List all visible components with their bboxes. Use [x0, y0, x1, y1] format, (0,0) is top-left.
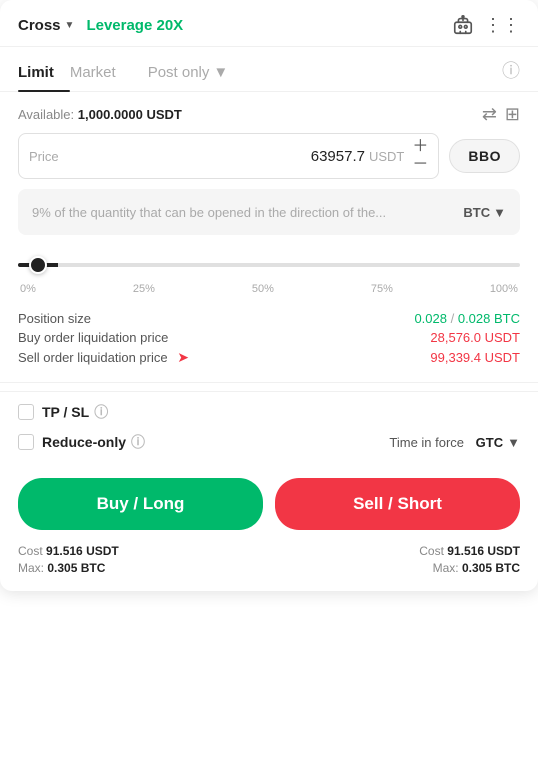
action-buttons: Buy / Long Sell / Short	[0, 468, 538, 544]
time-in-force[interactable]: Time in force GTC ▼	[389, 435, 520, 450]
price-input-wrapper: Price 63957.7 USDT ＋ －	[18, 133, 439, 179]
tpsl-info-icon[interactable]: ⓘ	[94, 402, 108, 422]
buy-liquidation-row: Buy order liquidation price 28,576.0 USD…	[18, 330, 520, 345]
quantity-unit-dropdown[interactable]: BTC ▼	[463, 205, 506, 220]
available-icons: ⇄ ⊞	[482, 104, 520, 125]
bbo-button[interactable]: BBO	[449, 139, 520, 173]
slider-tick-75: 75%	[371, 283, 393, 295]
header: Cross ▼ Leverage 20X ⋮⋮	[0, 0, 538, 47]
cross-chevron-icon: ▼	[65, 20, 75, 31]
divider-1	[0, 382, 538, 383]
stats-section: Position size 0.028 / 0.028 BTC Buy orde…	[0, 303, 538, 374]
slider-tick-100: 100%	[490, 283, 518, 295]
sell-max-label: Max: 0.305 BTC	[419, 561, 520, 575]
sell-cost-col: Cost 91.516 USDT Max: 0.305 BTC	[419, 544, 520, 575]
tpsl-checkbox[interactable]	[18, 404, 34, 420]
price-stepper: ＋ －	[412, 139, 428, 173]
cross-button[interactable]: Cross ▼	[18, 17, 74, 34]
available-row: Available: 1,000.0000 USDT ⇄ ⊞	[0, 92, 538, 133]
price-row: Price 63957.7 USDT ＋ － BBO	[0, 133, 538, 179]
calculator-icon[interactable]: ⊞	[505, 104, 520, 125]
tab-market[interactable]: Market	[70, 58, 132, 91]
reduce-only-label: Reduce-only ⓘ	[42, 432, 145, 452]
sell-liquidation-value: 99,339.4 USDT	[430, 350, 520, 365]
slider-ticks: 0% 25% 50% 75% 100%	[18, 283, 520, 295]
position-size-value: 0.028 / 0.028 BTC	[414, 311, 520, 326]
tpsl-left: TP / SL ⓘ	[18, 402, 108, 422]
buy-cost-label: Cost 91.516 USDT	[18, 544, 119, 558]
position-size-row: Position size 0.028 / 0.028 BTC	[18, 311, 520, 326]
header-icons: ⋮⋮	[452, 14, 520, 36]
cross-label: Cross	[18, 17, 61, 34]
leverage-button[interactable]: Leverage 20X	[86, 17, 183, 34]
slider-wrapper[interactable]	[18, 251, 520, 279]
tpsl-row: TP / SL ⓘ	[18, 402, 520, 422]
post-only-chevron-icon: ▼	[213, 64, 228, 81]
transfer-icon[interactable]: ⇄	[482, 104, 497, 125]
price-decrease-button[interactable]: －	[412, 157, 428, 173]
tab-limit[interactable]: Limit	[18, 58, 70, 91]
slider-thumb[interactable]	[29, 256, 47, 274]
tabs-bar: Limit Market Post only ▼ ⓘ	[0, 47, 538, 92]
tabs-info-icon[interactable]: ⓘ	[502, 57, 520, 91]
sell-cost-label: Cost 91.516 USDT	[419, 544, 520, 558]
price-label: Price	[29, 149, 65, 164]
tpsl-label: TP / SL ⓘ	[42, 402, 108, 422]
cost-section: Cost 91.516 USDT Max: 0.305 BTC Cost 91.…	[0, 544, 538, 575]
reduce-only-info-icon[interactable]: ⓘ	[131, 432, 145, 452]
slider-track	[18, 263, 520, 267]
header-left: Cross ▼ Leverage 20X	[18, 17, 183, 34]
quantity-dropdown-icon: ▼	[493, 205, 506, 220]
slider-tick-0: 0%	[20, 283, 36, 295]
sell-arrow-icon: ➤	[177, 349, 189, 366]
price-increase-button[interactable]: ＋	[412, 139, 428, 155]
dots-icon: ⋮⋮	[484, 15, 520, 36]
time-in-force-dropdown-icon: ▼	[507, 435, 520, 450]
buy-liquidation-label: Buy order liquidation price	[18, 330, 168, 345]
sell-liquidation-label: Sell order liquidation price ➤	[18, 349, 189, 366]
buy-max-label: Max: 0.305 BTC	[18, 561, 119, 575]
sell-short-button[interactable]: Sell / Short	[275, 478, 520, 530]
slider-tick-25: 25%	[133, 283, 155, 295]
price-value: 63957.7	[65, 148, 365, 165]
available-label: Available: 1,000.0000 USDT	[18, 107, 182, 122]
buy-liquidation-value: 28,576.0 USDT	[430, 330, 520, 345]
position-size-label: Position size	[18, 311, 91, 326]
quantity-row[interactable]: 9% of the quantity that can be opened in…	[18, 189, 520, 235]
buy-cost-col: Cost 91.516 USDT Max: 0.305 BTC	[18, 544, 119, 575]
quantity-hint: 9% of the quantity that can be opened in…	[32, 205, 463, 220]
reduce-only-left: Reduce-only ⓘ	[18, 432, 145, 452]
slider-tick-50: 50%	[252, 283, 274, 295]
buy-long-button[interactable]: Buy / Long	[18, 478, 263, 530]
slider-section: 0% 25% 50% 75% 100%	[0, 247, 538, 303]
sell-liquidation-row: Sell order liquidation price ➤ 99,339.4 …	[18, 349, 520, 366]
robot-icon-button[interactable]	[452, 14, 474, 36]
checkbox-section: TP / SL ⓘ Reduce-only ⓘ Time in force GT…	[0, 391, 538, 468]
tab-post-only[interactable]: Post only ▼	[132, 58, 229, 91]
price-unit: USDT	[369, 149, 404, 164]
reduce-only-row: Reduce-only ⓘ Time in force GTC ▼	[18, 432, 520, 452]
more-options-button[interactable]: ⋮⋮	[484, 15, 520, 36]
reduce-only-checkbox[interactable]	[18, 434, 34, 450]
